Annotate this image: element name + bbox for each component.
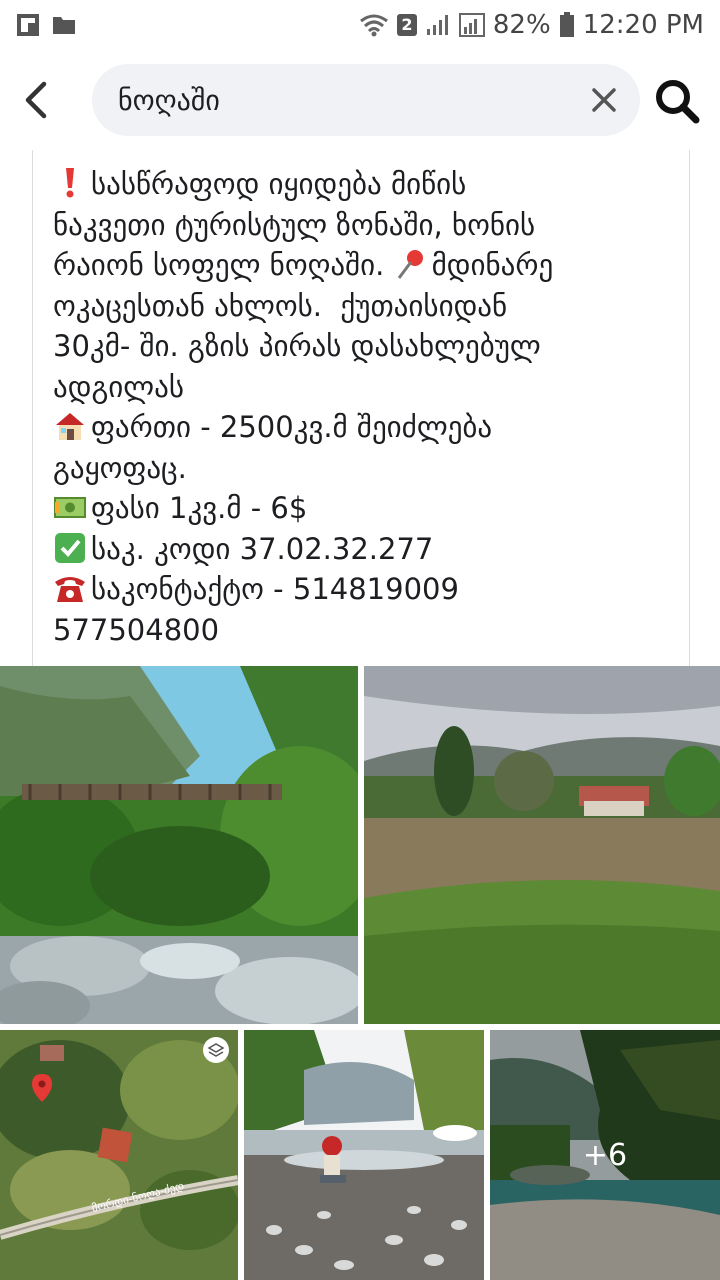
- folder-icon: [53, 17, 75, 34]
- more-photos-overlay[interactable]: +6: [490, 1030, 720, 1280]
- search-input[interactable]: ნოღაში: [92, 64, 640, 136]
- back-arrow-icon[interactable]: [16, 74, 64, 126]
- photo-gorge-bridge[interactable]: [0, 666, 358, 1024]
- post-line: 577504800: [53, 612, 220, 647]
- wifi-icon: [359, 14, 388, 37]
- photo-grid: მორდი-ნოღა-ძედ +6: [0, 666, 720, 1280]
- search-query[interactable]: ნოღაში: [118, 84, 220, 117]
- post-card: სასწრაფოდ იყიდება მიწის ნაკვეთი ტურისტულ…: [32, 150, 690, 666]
- photo-river-person[interactable]: [244, 1030, 484, 1280]
- post-line: ფართი - 2500კვ.მ შეიძლება: [53, 407, 673, 448]
- post-line: საკ. კოდი 37.02.32.277: [53, 529, 673, 570]
- photo-field[interactable]: [364, 666, 720, 1024]
- post-line: საკონტაქტო - 514819009: [53, 569, 673, 610]
- photo-map[interactable]: მორდი-ნოღა-ძედ: [0, 1030, 238, 1280]
- clear-icon[interactable]: [586, 82, 622, 118]
- map-layers-icon[interactable]: [203, 1037, 229, 1063]
- post-text: სასწრაფოდ იყიდება მიწის ნაკვეთი ტურისტულ…: [53, 164, 673, 650]
- post-line: ადგილას: [53, 369, 185, 404]
- clock: 12:20 PM: [582, 10, 704, 40]
- post-line: 30კმ- ში. გზის პირას დასახლებულ: [53, 329, 541, 363]
- post-line: ფასი 1კვ.მ - 6$: [53, 488, 673, 529]
- signal-icon: [458, 13, 485, 37]
- status-bar: 2 82% 12:20 PM: [0, 0, 720, 50]
- flipboard-icon: [17, 14, 39, 36]
- sim-badge: 2: [396, 14, 417, 36]
- battery-icon: [559, 12, 574, 37]
- search-header: ნოღაში: [0, 50, 720, 150]
- search-icon[interactable]: [654, 78, 700, 124]
- pushpin-emoji: [397, 250, 423, 279]
- house-emoji: [56, 413, 84, 440]
- money-emoji: [54, 497, 86, 518]
- post-line: გაყოფაც.: [53, 450, 187, 485]
- telephone-emoji: [55, 577, 85, 602]
- photo-canyon-more[interactable]: +6: [490, 1030, 720, 1280]
- signal-icon: [426, 15, 448, 35]
- post-line: ნაკვეთი ტურისტულ ზონაში, ხონის: [53, 207, 536, 242]
- more-photos-count[interactable]: +6: [583, 1138, 627, 1173]
- exclamation-emoji: [66, 168, 74, 198]
- battery-percent: 82%: [492, 10, 551, 40]
- checkmark-emoji: [55, 532, 85, 563]
- post-line: რაიონ სოფელ ნოღაში. მდინარე: [53, 248, 554, 282]
- post-line: ოკაცესთან ახლოს. ქუთაისიდან: [53, 288, 508, 323]
- post-line: სასწრაფოდ იყიდება მიწის: [53, 164, 673, 205]
